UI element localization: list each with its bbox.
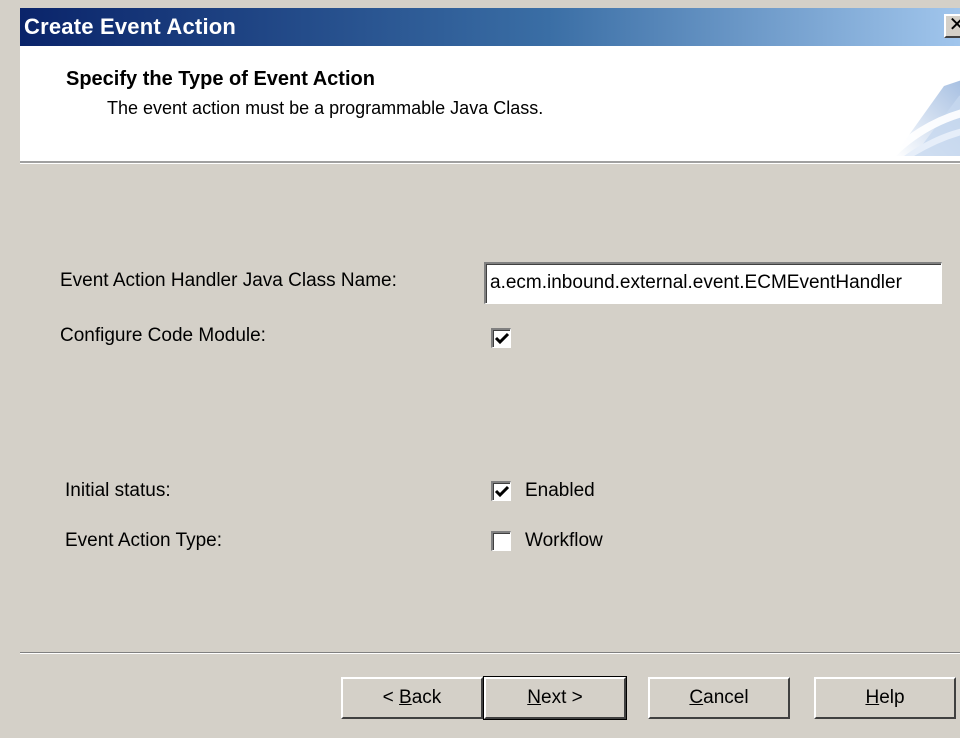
window-title: Create Event Action bbox=[24, 14, 237, 39]
workflow-checkbox[interactable] bbox=[491, 531, 511, 551]
next-button-rest: ext > bbox=[541, 687, 583, 708]
dialog-window: Create Event Action ✕ Specify the Type o… bbox=[0, 0, 960, 738]
button-divider bbox=[20, 652, 960, 654]
title-bar[interactable]: Create Event Action ✕ bbox=[20, 8, 960, 46]
checkmark-icon bbox=[494, 332, 510, 345]
header-rule bbox=[20, 163, 960, 164]
page-title: Specify the Type of Event Action bbox=[66, 68, 375, 90]
page-subtitle: The event action must be a programmable … bbox=[107, 98, 544, 118]
status-label: Initial status: bbox=[65, 480, 171, 501]
back-button-prefix: < bbox=[382, 687, 400, 708]
handler-label: Event Action Handler Java Class Name: bbox=[60, 270, 397, 291]
help-button-rest: elp bbox=[879, 687, 905, 708]
next-button-accel: N bbox=[527, 687, 541, 708]
enabled-checkbox[interactable] bbox=[491, 481, 511, 501]
close-icon: ✕ bbox=[949, 14, 960, 36]
type-label: Event Action Type: bbox=[65, 530, 223, 551]
configure-code-module-checkbox[interactable] bbox=[491, 328, 511, 348]
help-button-accel: H bbox=[865, 687, 880, 708]
cancel-button-rest: ancel bbox=[703, 687, 749, 708]
close-button[interactable]: ✕ bbox=[944, 14, 960, 38]
back-button-rest: ack bbox=[411, 687, 442, 708]
cancel-button-accel: C bbox=[689, 687, 704, 708]
configure-label: Configure Code Module: bbox=[60, 325, 266, 346]
cancel-button[interactable]: Cancel bbox=[648, 677, 790, 719]
back-button-accel: B bbox=[399, 687, 412, 708]
workflow-label[interactable]: Workflow bbox=[525, 530, 603, 552]
handler-class-input[interactable]: a.ecm.inbound.external.event.ECMEventHan… bbox=[484, 262, 942, 304]
wizard-banner-icon bbox=[884, 80, 960, 156]
next-button[interactable]: Next > bbox=[483, 676, 627, 720]
back-button[interactable]: < Back bbox=[341, 677, 483, 719]
help-button[interactable]: Help bbox=[814, 677, 956, 719]
enabled-label[interactable]: Enabled bbox=[525, 480, 595, 502]
wizard-header: Specify the Type of Event Action The eve… bbox=[20, 46, 960, 163]
checkmark-icon bbox=[494, 485, 510, 498]
